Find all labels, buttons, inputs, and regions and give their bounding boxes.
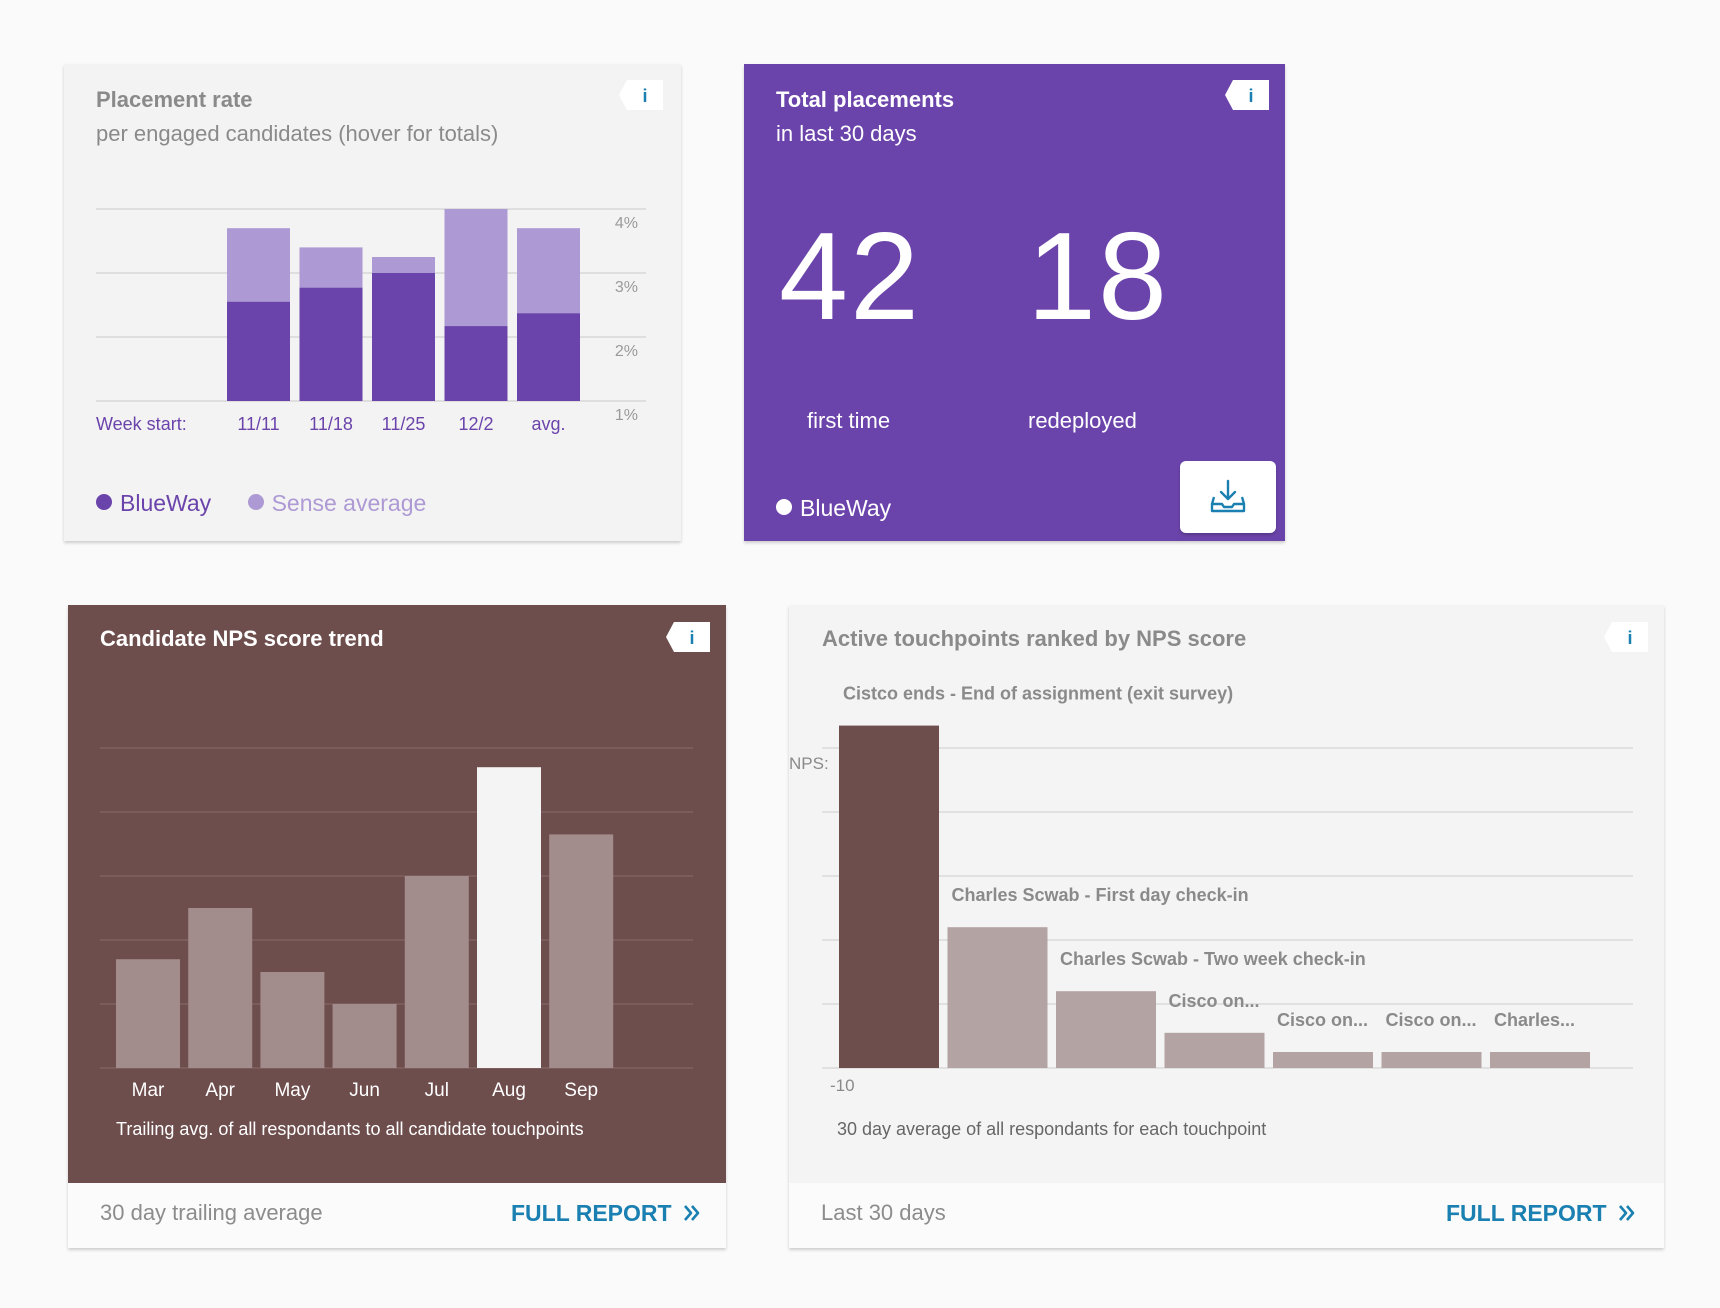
y-tick-label: 4%	[615, 215, 638, 232]
bar	[947, 927, 1048, 1068]
bar	[1381, 1052, 1482, 1068]
touchpoints-card: Active touchpoints ranked by NPS score i…	[789, 605, 1664, 1248]
svg-text:i: i	[1248, 86, 1253, 106]
bar	[1056, 991, 1156, 1068]
total-placements-card: Total placements in last 30 days i 42 18…	[744, 64, 1285, 541]
bar-label: Cisco on...	[1386, 1010, 1477, 1030]
download-button[interactable]	[1180, 461, 1276, 533]
y-tick-label: 1%	[615, 407, 638, 424]
x-tick-label: 11/11	[237, 414, 279, 434]
legend-blueway: BlueWay	[800, 495, 892, 521]
card-title: Total placements	[776, 87, 955, 112]
bar-label: Cisco on...	[1169, 991, 1260, 1011]
x-tick-label: 11/18	[309, 414, 353, 434]
x-tick-label: avg.	[531, 414, 565, 434]
bar	[839, 725, 939, 1068]
y-tick-label: 3%	[615, 279, 638, 296]
full-report-link[interactable]: FULL REPORT	[511, 1200, 702, 1227]
full-report-link[interactable]: FULL REPORT	[1446, 1200, 1637, 1227]
placement-rate-chart: 4% 3% 2% 1% Week start: 11/11 11/18 11/25 12/2 av…	[96, 208, 646, 434]
legend: BlueWay	[776, 495, 891, 522]
first-time-count: 42	[779, 208, 921, 346]
bar	[116, 959, 180, 1068]
legend-dot-blueway	[776, 499, 792, 515]
redeployed-label: redeployed	[1028, 408, 1137, 433]
redeployed-count: 18	[1027, 208, 1169, 346]
bar-label: Charles Scwab - Two week check-in	[1060, 949, 1366, 969]
x-tick-label: Aug	[492, 1080, 526, 1101]
bar-blueway	[372, 273, 435, 401]
double-chevron-right-icon	[683, 1205, 700, 1221]
bar	[404, 876, 469, 1068]
y-min-label: -10	[830, 1076, 855, 1095]
x-tick-label: Mar	[132, 1080, 165, 1101]
y-axis-label: NPS:	[789, 754, 829, 773]
bar	[188, 908, 253, 1068]
first-time-label: first time	[807, 408, 891, 433]
bar-blueway	[299, 287, 363, 401]
nps-trend-chart: Mar Apr May Jun Jul Aug Sep	[100, 747, 693, 1101]
chart-footnote: Trailing avg. of all respondants to all …	[116, 1119, 584, 1139]
nps-chart-panel: Candidate NPS score trend i Mar Apr May Jun…	[68, 605, 726, 1183]
download-tray-icon	[1210, 479, 1246, 513]
bar-label: Charles Scwab - First day check-in	[952, 885, 1249, 905]
chart-footnote: 30 day average of all respondants for ea…	[837, 1119, 1267, 1139]
legend: BlueWay Sense average	[96, 490, 426, 517]
legend-dot-sense	[247, 494, 264, 510]
x-tick-label: Sep	[564, 1080, 598, 1101]
touchpoints-chart: NPS: -10 Cistco ends - End of assignment (…	[789, 684, 1633, 1095]
x-axis-label: Week start:	[96, 414, 187, 434]
placement-rate-card: Placement rate per engaged candidates (h…	[64, 64, 681, 541]
y-tick-label: 2%	[615, 343, 638, 360]
x-tick-label: 12/2	[458, 414, 493, 434]
bar	[1273, 1052, 1373, 1068]
bar	[1164, 1032, 1265, 1068]
full-report-label: FULL REPORT	[1446, 1200, 1607, 1226]
x-tick-label: 11/25	[382, 414, 426, 434]
info-icon[interactable]: i	[1225, 80, 1269, 110]
bar	[1490, 1052, 1590, 1068]
bar-label: Charles...	[1494, 1010, 1575, 1030]
bar-blueway	[517, 313, 580, 401]
nps-trend-card: Candidate NPS score trend i Mar Apr May Jun…	[68, 605, 726, 1248]
bar-blueway	[227, 301, 290, 401]
x-tick-label: Apr	[205, 1080, 235, 1101]
x-tick-label: Jun	[349, 1080, 380, 1101]
bar	[549, 834, 614, 1068]
bar	[332, 1004, 397, 1068]
legend-sense: Sense average	[271, 490, 427, 516]
legend-dot-blueway	[96, 494, 112, 510]
bar	[477, 767, 541, 1068]
full-report-label: FULL REPORT	[511, 1200, 672, 1226]
footer-period: Last 30 days	[821, 1200, 946, 1225]
legend-blueway: BlueWay	[120, 490, 212, 516]
x-tick-label: Jul	[425, 1080, 449, 1101]
double-chevron-right-icon	[1618, 1205, 1635, 1221]
bar	[260, 972, 325, 1068]
bar-blueway	[444, 326, 508, 401]
bar-label: Cistco ends - End of assignment (exit su…	[843, 684, 1233, 704]
x-tick-label: May	[274, 1080, 310, 1101]
card-subtitle: in last 30 days	[776, 121, 917, 146]
bar-label: Cisco on...	[1277, 1010, 1368, 1030]
touchpoints-chart-panel: Active touchpoints ranked by NPS score i…	[789, 605, 1664, 1183]
footer-period: 30 day trailing average	[100, 1200, 323, 1225]
